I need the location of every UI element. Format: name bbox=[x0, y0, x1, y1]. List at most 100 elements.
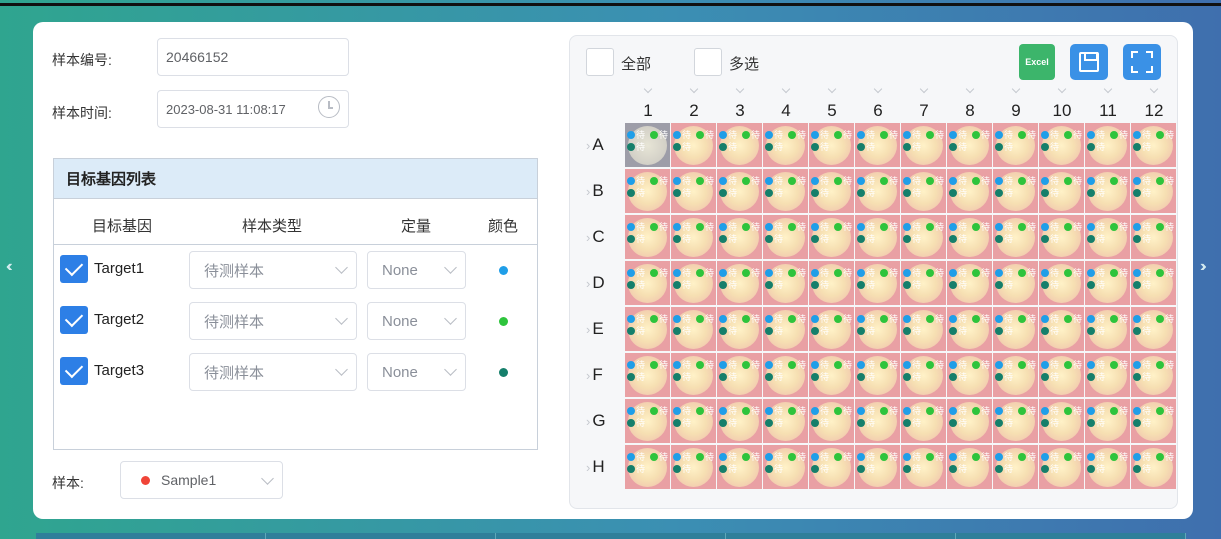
fullscreen-button[interactable] bbox=[1123, 44, 1161, 80]
column-header[interactable]: 3 bbox=[717, 101, 763, 121]
plate-well[interactable]: 待待待 bbox=[1085, 353, 1130, 397]
plate-well[interactable]: 待待待 bbox=[1131, 261, 1176, 305]
plate-well[interactable]: 待待待 bbox=[763, 307, 808, 351]
clock-icon[interactable] bbox=[318, 96, 340, 118]
plate-well[interactable]: 待待待 bbox=[1131, 169, 1176, 213]
plate-well[interactable]: 待待待 bbox=[809, 123, 854, 167]
plate-well[interactable]: 待待待 bbox=[671, 169, 716, 213]
plate-well[interactable]: 待待待 bbox=[1039, 399, 1084, 443]
plate-well[interactable]: 待待待 bbox=[1039, 169, 1084, 213]
plate-well[interactable]: 待待待 bbox=[855, 445, 900, 489]
sample-type-select[interactable]: 待测样本 bbox=[189, 353, 357, 391]
plate-well[interactable]: 待待待 bbox=[671, 261, 716, 305]
quantity-select[interactable]: None bbox=[367, 302, 466, 340]
plate-well[interactable]: 待待待 bbox=[717, 215, 762, 259]
plate-well[interactable]: 待待待 bbox=[717, 353, 762, 397]
row-header[interactable]: › C bbox=[586, 227, 616, 247]
column-select-chevron-icon[interactable] bbox=[919, 84, 929, 94]
column-header[interactable]: 8 bbox=[947, 101, 993, 121]
plate-well[interactable]: 待待待 bbox=[671, 399, 716, 443]
multi-select-checkbox[interactable] bbox=[694, 48, 722, 76]
plate-well[interactable]: 待待待 bbox=[901, 123, 946, 167]
column-select-chevron-icon[interactable] bbox=[1057, 84, 1067, 94]
plate-well[interactable]: 待待待 bbox=[671, 123, 716, 167]
plate-well[interactable]: 待待待 bbox=[993, 215, 1038, 259]
plate-well[interactable]: 待待待 bbox=[717, 169, 762, 213]
plate-well[interactable]: 待待待 bbox=[855, 307, 900, 351]
row-header[interactable]: › F bbox=[586, 365, 616, 385]
plate-well[interactable]: 待待待 bbox=[1085, 261, 1130, 305]
plate-well[interactable]: 待待待 bbox=[717, 123, 762, 167]
plate-well[interactable]: 待待待 bbox=[993, 353, 1038, 397]
plate-well[interactable]: 待待待 bbox=[671, 353, 716, 397]
column-header[interactable]: 4 bbox=[763, 101, 809, 121]
plate-well[interactable]: 待待待 bbox=[1039, 445, 1084, 489]
column-header[interactable]: 9 bbox=[993, 101, 1039, 121]
column-header[interactable]: 6 bbox=[855, 101, 901, 121]
column-header[interactable]: 2 bbox=[671, 101, 717, 121]
plate-well[interactable]: 待待待 bbox=[947, 353, 992, 397]
plate-well[interactable]: 待待待 bbox=[809, 169, 854, 213]
plate-well[interactable]: 待待待 bbox=[947, 215, 992, 259]
plate-well[interactable]: 待待待 bbox=[947, 307, 992, 351]
plate-well[interactable]: 待待待 bbox=[1085, 215, 1130, 259]
plate-well[interactable]: 待待待 bbox=[855, 215, 900, 259]
plate-well[interactable]: 待待待 bbox=[763, 215, 808, 259]
plate-well[interactable]: 待待待 bbox=[901, 261, 946, 305]
row-header[interactable]: › A bbox=[586, 135, 616, 155]
plate-well[interactable]: 待待待 bbox=[901, 169, 946, 213]
plate-well[interactable]: 待待待 bbox=[763, 169, 808, 213]
plate-well[interactable]: 待待待 bbox=[625, 261, 670, 305]
plate-well[interactable]: 待待待 bbox=[855, 399, 900, 443]
sample-number-input[interactable]: 20466152 bbox=[157, 38, 349, 76]
sample-select[interactable]: Sample1 bbox=[120, 461, 283, 499]
plate-well[interactable]: 待待待 bbox=[809, 353, 854, 397]
plate-well[interactable]: 待待待 bbox=[625, 169, 670, 213]
plate-well[interactable]: 待待待 bbox=[717, 307, 762, 351]
plate-well[interactable]: 待待待 bbox=[947, 399, 992, 443]
plate-well[interactable]: 待待待 bbox=[809, 261, 854, 305]
plate-well[interactable]: 待待待 bbox=[625, 399, 670, 443]
plate-well[interactable]: 待待待 bbox=[855, 169, 900, 213]
select-all-checkbox[interactable] bbox=[586, 48, 614, 76]
plate-well[interactable]: 待待待 bbox=[1039, 353, 1084, 397]
column-select-chevron-icon[interactable] bbox=[1103, 84, 1113, 94]
plate-well[interactable]: 待待待 bbox=[993, 399, 1038, 443]
plate-well[interactable]: 待待待 bbox=[993, 169, 1038, 213]
plate-well[interactable]: 待待待 bbox=[1039, 123, 1084, 167]
plate-well[interactable]: 待待待 bbox=[855, 353, 900, 397]
plate-well[interactable]: 待待待 bbox=[1085, 445, 1130, 489]
column-select-chevron-icon[interactable] bbox=[965, 84, 975, 94]
plate-well[interactable]: 待待待 bbox=[1039, 215, 1084, 259]
row-header[interactable]: › B bbox=[586, 181, 616, 201]
plate-well[interactable]: 待待待 bbox=[1131, 215, 1176, 259]
column-select-chevron-icon[interactable] bbox=[1149, 84, 1159, 94]
quantity-select[interactable]: None bbox=[367, 251, 466, 289]
quantity-select[interactable]: None bbox=[367, 353, 466, 391]
plate-well[interactable]: 待待待 bbox=[1131, 353, 1176, 397]
plate-well[interactable]: 待待待 bbox=[717, 261, 762, 305]
column-header[interactable]: 10 bbox=[1039, 101, 1085, 121]
plate-well[interactable]: 待待待 bbox=[1085, 399, 1130, 443]
plate-well[interactable]: 待待待 bbox=[763, 123, 808, 167]
plate-well[interactable]: 待待待 bbox=[671, 307, 716, 351]
plate-well[interactable]: 待待待 bbox=[625, 123, 670, 167]
plate-well[interactable]: 待待待 bbox=[901, 215, 946, 259]
plate-well[interactable]: 待待待 bbox=[671, 215, 716, 259]
plate-well[interactable]: 待待待 bbox=[1131, 307, 1176, 351]
plate-well[interactable]: 待待待 bbox=[809, 399, 854, 443]
sample-type-select[interactable]: 待测样本 bbox=[189, 251, 357, 289]
plate-well[interactable]: 待待待 bbox=[1085, 123, 1130, 167]
plate-well[interactable]: 待待待 bbox=[763, 445, 808, 489]
row-header[interactable]: › G bbox=[586, 411, 616, 431]
column-header[interactable]: 1 bbox=[625, 101, 671, 121]
target2-checkbox[interactable] bbox=[60, 306, 88, 334]
plate-well[interactable]: 待待待 bbox=[947, 445, 992, 489]
column-select-chevron-icon[interactable] bbox=[873, 84, 883, 94]
plate-well[interactable]: 待待待 bbox=[901, 307, 946, 351]
plate-well[interactable]: 待待待 bbox=[1039, 261, 1084, 305]
column-header[interactable]: 12 bbox=[1131, 101, 1177, 121]
plate-well[interactable]: 待待待 bbox=[993, 123, 1038, 167]
plate-well[interactable]: 待待待 bbox=[1085, 169, 1130, 213]
excel-export-button[interactable]: Excel bbox=[1019, 44, 1055, 80]
